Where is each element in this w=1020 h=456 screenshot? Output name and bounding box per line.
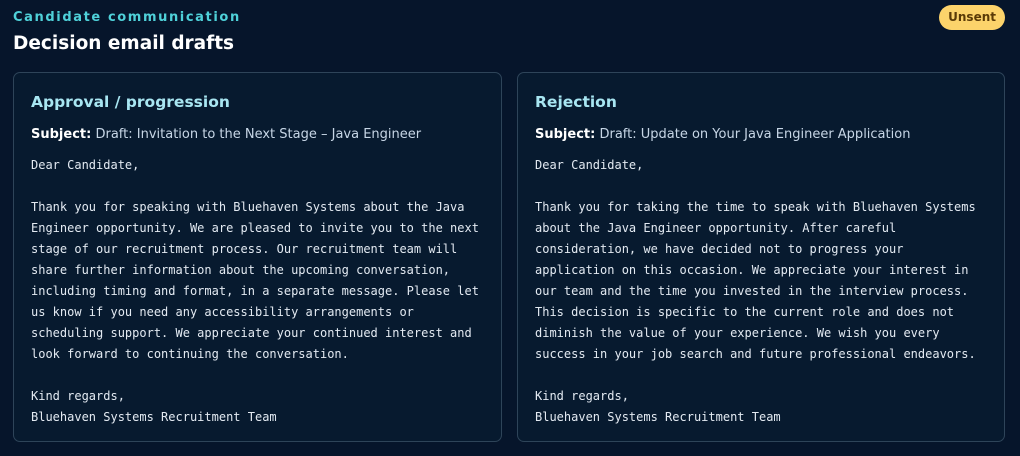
approval-draft-card: Approval / progression Subject: Draft: I… [13,72,502,442]
rejection-subject-text: Draft: Update on Your Java Engineer Appl… [599,127,911,142]
rejection-draft-heading: Rejection [535,93,617,111]
subject-label: Subject: [535,127,596,142]
status-badge: Unsent [939,5,1005,30]
page-title: Decision email drafts [13,33,235,54]
rejection-subject-line: Subject: Draft: Update on Your Java Engi… [535,127,910,142]
approval-draft-heading: Approval / progression [31,93,230,111]
rejection-email-body[interactable]: Dear Candidate, Thank you for taking the… [535,155,990,428]
approval-email-body[interactable]: Dear Candidate, Thank you for speaking w… [31,155,487,428]
rejection-draft-card: Rejection Subject: Draft: Update on Your… [517,72,1005,442]
section-eyebrow: Candidate communication [13,10,241,25]
approval-subject-text: Draft: Invitation to the Next Stage – Ja… [95,127,422,142]
subject-label: Subject: [31,127,92,142]
approval-subject-line: Subject: Draft: Invitation to the Next S… [31,127,421,142]
